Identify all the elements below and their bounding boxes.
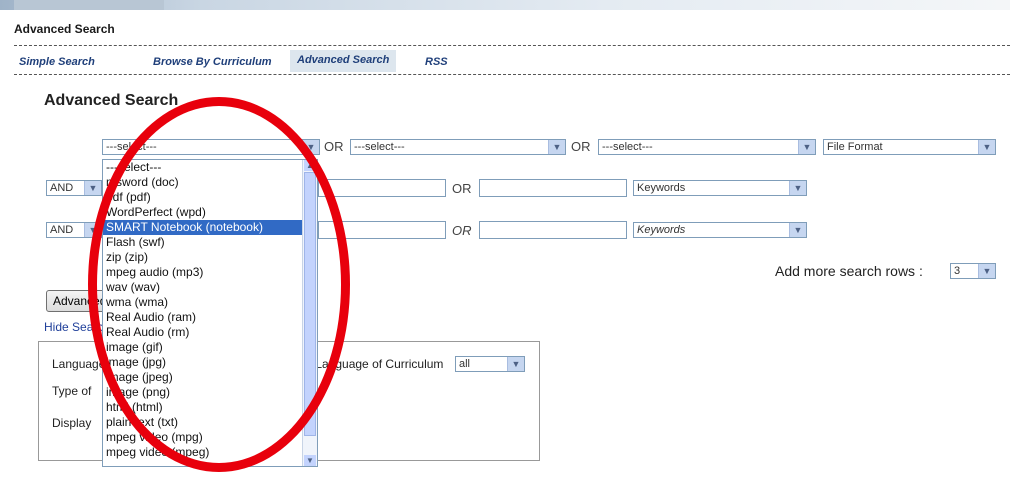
- dropdown-option[interactable]: Real Audio (rm): [103, 325, 317, 340]
- dropdown-option[interactable]: wma (wma): [103, 295, 317, 310]
- tab-rss[interactable]: RSS: [421, 56, 452, 68]
- scroll-down-icon[interactable]: ▼: [304, 455, 316, 466]
- dropdown-option[interactable]: mpeg audio (mp3): [103, 265, 317, 280]
- keywords-select-row2[interactable]: Keywords ▼: [633, 180, 807, 196]
- chevron-down-icon[interactable]: ▼: [789, 223, 806, 237]
- keywords-select-row3[interactable]: Keywords ▼: [633, 222, 807, 238]
- select-value: Keywords: [637, 182, 686, 194]
- language-of-curriculum-label: Language of Curriculum:: [312, 357, 444, 371]
- select-value: Keywords: [637, 224, 686, 236]
- dropdown-option[interactable]: Real Audio (ram): [103, 310, 317, 325]
- select-value: File Format: [827, 141, 883, 153]
- type-label: Type of: [52, 384, 92, 398]
- dropdown-option[interactable]: mpeg video (mpg): [103, 430, 317, 445]
- divider-top: [14, 45, 1010, 46]
- or-label: OR: [571, 139, 591, 154]
- banner-image: [14, 0, 164, 10]
- dropdown-option[interactable]: Flash (swf): [103, 235, 317, 250]
- display-label: Display: [52, 416, 92, 430]
- chevron-down-icon[interactable]: ▼: [798, 140, 815, 154]
- file-type-select-2[interactable]: ---select--- ▼: [350, 139, 566, 155]
- file-format-select[interactable]: File Format ▼: [823, 139, 996, 155]
- or-label: OR: [452, 181, 472, 196]
- select-value: ---select---: [106, 141, 157, 153]
- dropdown-option[interactable]: image (gif): [103, 340, 317, 355]
- chevron-down-icon[interactable]: ▼: [548, 140, 565, 154]
- dropdown-option[interactable]: image (jpg): [103, 355, 317, 370]
- scroll-up-icon[interactable]: ▲: [304, 160, 316, 171]
- dropdown-option[interactable]: mpeg video (mpeg): [103, 445, 317, 460]
- chevron-down-icon[interactable]: ▼: [507, 357, 524, 371]
- page-title: Advanced Search: [44, 92, 179, 109]
- language-label: Language:: [52, 357, 102, 371]
- select-value: ---select---: [602, 141, 653, 153]
- dropdown-scrollbar[interactable]: ▲ ▼: [302, 160, 317, 466]
- select-value: all: [459, 358, 471, 370]
- select-value: 3: [954, 265, 961, 277]
- or-label: OR: [452, 223, 472, 238]
- search-field-row3-b[interactable]: [479, 221, 627, 239]
- tab-advanced-search[interactable]: Advanced Search: [290, 50, 397, 72]
- dropdown-option[interactable]: ---select---: [103, 160, 317, 175]
- search-field-row3-a[interactable]: [318, 221, 446, 239]
- dropdown-option[interactable]: plain text (txt): [103, 415, 317, 430]
- dropdown-option[interactable]: image (png): [103, 385, 317, 400]
- file-type-select-1[interactable]: ---select--- ▼: [102, 139, 320, 155]
- dropdown-option[interactable]: pdf (pdf): [103, 190, 317, 205]
- chevron-down-icon[interactable]: ▼: [84, 181, 101, 195]
- dropdown-option[interactable]: msword (doc): [103, 175, 317, 190]
- file-type-select-3[interactable]: ---select--- ▼: [598, 139, 816, 155]
- curriculum-language-select[interactable]: all ▼: [455, 356, 525, 372]
- chevron-down-icon[interactable]: ▼: [978, 140, 995, 154]
- search-field-row2-b[interactable]: [479, 179, 627, 197]
- dropdown-option[interactable]: WordPerfect (wpd): [103, 205, 317, 220]
- dropdown-option[interactable]: SMART Notebook (notebook): [103, 220, 317, 235]
- divider-nav: [14, 74, 1010, 75]
- dropdown-option[interactable]: zip (zip): [103, 250, 317, 265]
- dropdown-option[interactable]: wav (wav): [103, 280, 317, 295]
- file-type-dropdown-list[interactable]: ---select--- msword (doc) pdf (pdf) WordPer…: [102, 159, 318, 467]
- add-rows-label: Add more search rows :: [775, 263, 923, 279]
- or-label: OR: [324, 139, 344, 154]
- scroll-thumb[interactable]: [304, 172, 316, 436]
- select-value: AND: [50, 224, 74, 236]
- chevron-down-icon[interactable]: ▼: [302, 140, 319, 154]
- search-field-row2-a[interactable]: [318, 179, 446, 197]
- select-value: ---select---: [354, 141, 405, 153]
- chevron-down-icon[interactable]: ▼: [978, 264, 995, 278]
- tab-simple-search[interactable]: Simple Search: [15, 56, 99, 68]
- chevron-down-icon[interactable]: ▼: [84, 223, 101, 237]
- add-rows-select[interactable]: 3 ▼: [950, 263, 996, 279]
- dropdown-option[interactable]: html (html): [103, 400, 317, 415]
- select-value: AND: [50, 182, 74, 194]
- hide-search-options-link[interactable]: Hide Search Options: [44, 320, 102, 334]
- boolean-select-row2[interactable]: AND ▼: [46, 180, 102, 196]
- section-header: Advanced Search: [14, 22, 115, 36]
- chevron-down-icon[interactable]: ▼: [789, 181, 806, 195]
- dropdown-option[interactable]: image (jpeg): [103, 370, 317, 385]
- tab-browse-by-curriculum[interactable]: Browse By Curriculum: [149, 56, 276, 68]
- boolean-select-row3[interactable]: AND ▼: [46, 222, 102, 238]
